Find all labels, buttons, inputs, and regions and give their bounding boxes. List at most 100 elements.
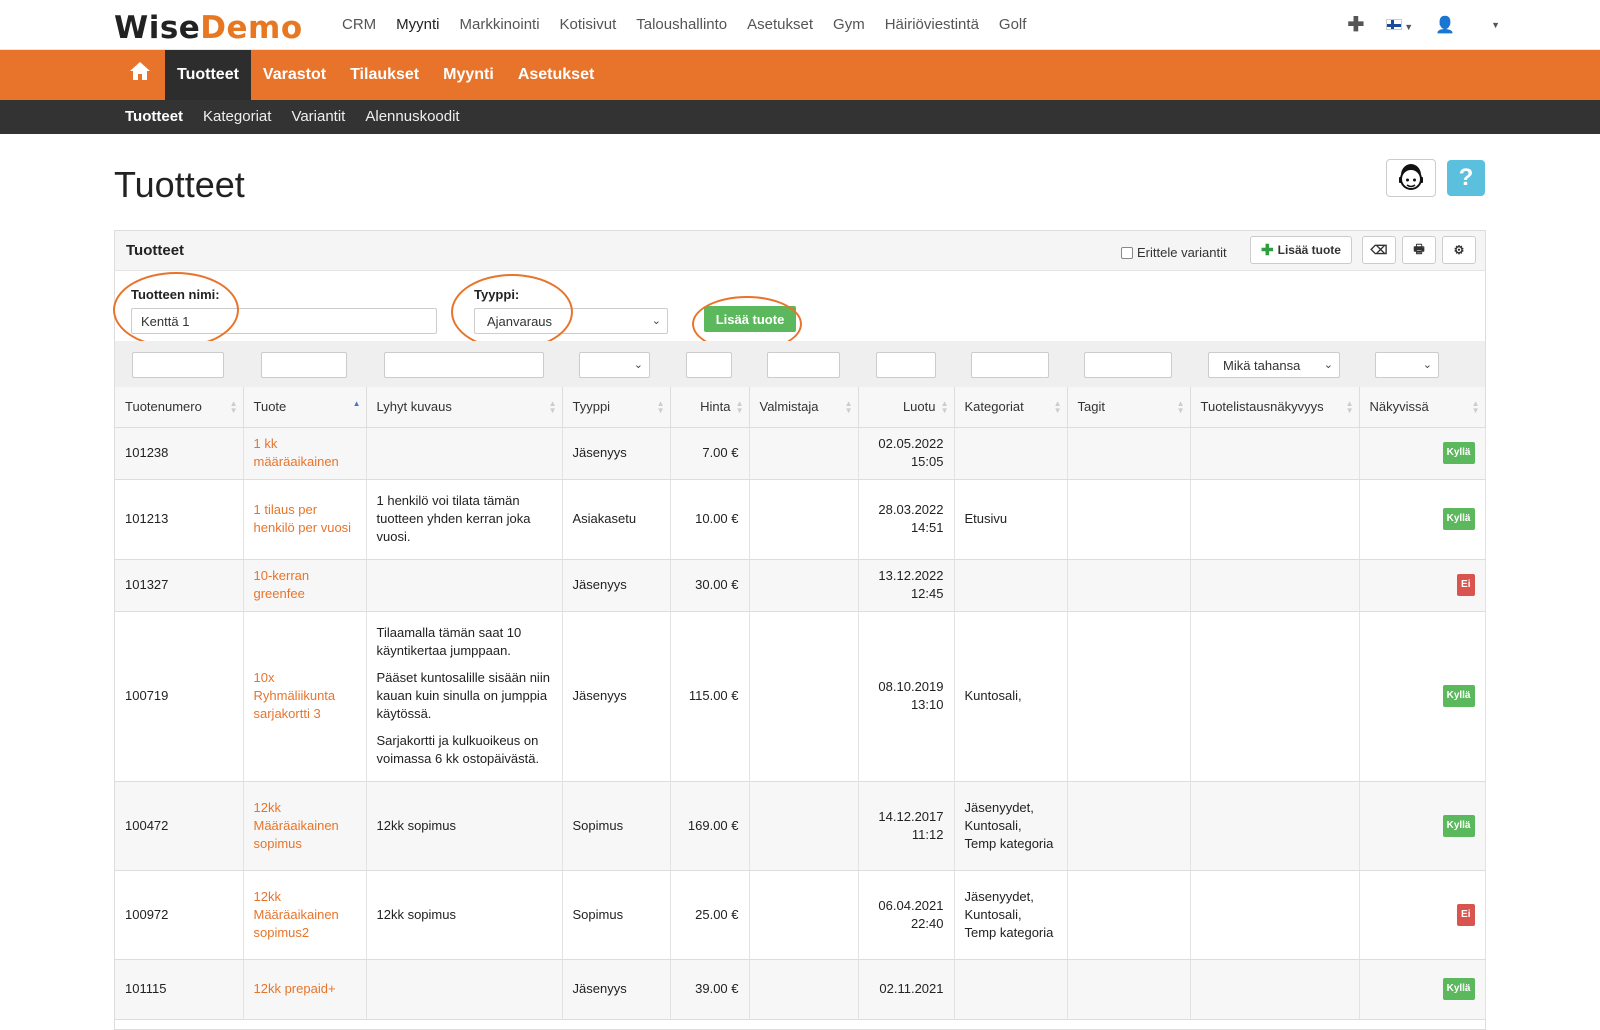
sort-icon: ▲ ▼ [229,399,238,415]
top-nav-kotisivut[interactable]: Kotisivut [560,16,617,33]
column-header-tuote[interactable]: Tuote ▲ [243,387,367,428]
filter-desc-input[interactable] [384,352,544,378]
description-paragraph: 1 henkilö voi tilata tämän tuotteen yhde… [376,493,531,544]
table-row[interactable]: 100719 10x Ryhmäliikunta sarjakortti 3 Til… [115,611,1486,782]
cell-type: Jäsenyys [562,427,671,480]
cell-product-number: 100472 [115,781,244,871]
top-nav-crm[interactable]: CRM [342,16,376,33]
cell-manufacturer [749,559,859,612]
cell-created: 14.12.2017 11:12 [858,781,955,871]
column-header-tagit[interactable]: Tagit ▲ ▼ [1067,387,1191,428]
filter-price-input[interactable] [686,352,732,378]
top-nav-golf[interactable]: Golf [999,16,1027,33]
cell-listing-visibility [1190,427,1360,480]
add-product-header-button[interactable]: ✚ Lisää tuote [1250,236,1352,264]
top-nav: CRM Myynti Markkinointi Kotisivut Taloushall… [342,16,1046,33]
cell-product-name[interactable]: 10-kerran greenfee [243,559,367,612]
eraser-button[interactable]: ⌫ [1362,236,1396,264]
help-button[interactable]: ? [1447,160,1485,196]
filter-name-input[interactable] [261,352,347,378]
cell-visible: Kyllä [1359,611,1486,782]
filter-type-select[interactable]: ⌄ [579,352,650,378]
cell-product-name[interactable]: 10x Ryhmäliikunta sarjakortti 3 [243,611,367,782]
cell-product-number: 100972 [115,870,244,960]
top-nav-markkinointi[interactable]: Markkinointi [460,16,540,33]
cell-description [366,959,563,1020]
cell-product-name[interactable]: 12kk prepaid+ [243,959,367,1020]
panel-title: Tuotteet [126,242,185,259]
cell-product-name[interactable]: 1 tilaus per henkilö per vuosi [243,479,367,560]
main-nav-varastot[interactable]: Varastot [251,50,338,100]
plus-icon: ✚ [1261,242,1274,259]
sub-nav-alennuskoodit[interactable]: Alennuskoodit [365,100,459,134]
top-nav-gym[interactable]: Gym [833,16,865,33]
column-header-lyhyt-kuvaus[interactable]: Lyhyt kuvaus ▲ ▼ [366,387,563,428]
sub-nav-kategoriat[interactable]: Kategoriat [203,100,271,134]
table-row[interactable]: 101115 12kk prepaid+ Jäsenyys 39.00 € 02.11.… [115,959,1486,1020]
filter-created-input[interactable] [876,352,936,378]
print-button[interactable]: 🖶 [1402,236,1436,264]
column-header-tuotenumero[interactable]: Tuotenumero ▲ ▼ [115,387,244,428]
filter-id-input[interactable] [132,352,224,378]
cell-type: Jäsenyys [562,959,671,1020]
created-time: 13:10 [910,697,944,712]
user-menu[interactable]: 👤 ▼ [1435,15,1500,35]
main-nav-myynti[interactable]: Myynti [431,50,506,100]
checkbox-icon[interactable] [1121,246,1133,259]
created-date: 08.10.2019 [878,679,944,694]
filter-maker-input[interactable] [767,352,840,378]
variant-checkbox[interactable]: Erittele variantit [1121,245,1227,260]
top-nav-hairioviestinta[interactable]: Häiriöviestintä [885,16,979,33]
add-product-form: Tuotteen nimi: Kenttä 1 Tyyppi: Ajanvara… [113,271,1485,352]
cell-tags [1067,959,1191,1020]
language-selector[interactable]: ▼ [1386,15,1413,35]
cell-listing-visibility [1190,611,1360,782]
home-icon[interactable] [119,50,165,100]
logo[interactable]: WiseDemo [114,10,303,46]
cell-listing-visibility [1190,959,1360,1020]
settings-button[interactable]: ⚙ [1442,236,1476,264]
cell-price: 25.00 € [670,870,750,960]
gear-icon: ⚙ [1453,243,1465,257]
top-nav-asetukset[interactable]: Asetukset [747,16,813,33]
main-nav-tuotteet[interactable]: Tuotteet [165,50,251,100]
table-row[interactable]: 100472 12kk Määräaikainen sopimus 12kk sop… [115,781,1486,871]
top-nav-myynti[interactable]: Myynti [396,16,439,33]
cell-manufacturer [749,479,859,560]
cell-listing-visibility [1190,559,1360,612]
filter-tags-input[interactable] [1084,352,1172,378]
main-nav-asetukset[interactable]: Asetukset [506,50,606,100]
filter-listing-select[interactable]: Mikä tahansa ⌄ [1208,352,1340,378]
main-nav-tilaukset[interactable]: Tilaukset [338,50,431,100]
column-header-nakyvissa[interactable]: Näkyvissä ▲ ▼ [1359,387,1486,428]
table-row[interactable]: 101213 1 tilaus per henkilö per vuosi 1 he… [115,479,1486,560]
panel-header: Tuotteet Erittele variantit ✚ Lisää tuote… [115,231,1485,271]
filter-visible-select[interactable]: ⌄ [1375,352,1439,378]
column-header-kategoriat[interactable]: Kategoriat ▲ ▼ [954,387,1068,428]
sub-nav-variantit[interactable]: Variantit [291,100,345,134]
cell-description: 12kk sopimus [366,781,563,871]
column-header-hinta[interactable]: Hinta ▲ ▼ [670,387,750,428]
column-header-valmistaja[interactable]: Valmistaja ▲ ▼ [749,387,859,428]
sort-icon: ▲ ▼ [548,399,557,415]
cell-categories: Kuntosali, [954,611,1068,782]
column-header-tuotelistausnakyvyys[interactable]: Tuotelistausnäkyvyys ▲ ▼ [1190,387,1360,428]
cell-product-name[interactable]: 12kk Määräaikainen sopimus [243,781,367,871]
table-row[interactable]: 101327 10-kerran greenfee Jäsenyys 30.00 € 1… [115,559,1486,612]
description-paragraph: Tilaamalla tämän saat 10 käyntikertaa ju… [376,625,522,658]
created-time: 12:45 [910,586,944,601]
visibility-badge: Ei [1457,574,1475,596]
cell-listing-visibility [1190,479,1360,560]
column-header-luotu[interactable]: Luotu ▲ ▼ [858,387,955,428]
plus-icon[interactable]: ✚ [1347,12,1364,37]
support-button[interactable] [1386,159,1436,197]
top-nav-taloushallinto[interactable]: Taloushallinto [636,16,727,33]
column-header-tyyppi[interactable]: Tyyppi ▲ ▼ [562,387,671,428]
table-row[interactable]: 100972 12kk Määräaikainen sopimus2 12kk so… [115,870,1486,960]
sub-nav-tuotteet[interactable]: Tuotteet [125,100,183,134]
headset-icon [1399,164,1423,190]
cell-product-name[interactable]: 12kk Määräaikainen sopimus2 [243,870,367,960]
cell-product-name[interactable]: 1 kk määräaikainen [243,427,367,480]
table-row[interactable]: 101238 1 kk määräaikainen Jäsenyys 7.00 € 02… [115,427,1486,480]
filter-categories-input[interactable] [971,352,1049,378]
